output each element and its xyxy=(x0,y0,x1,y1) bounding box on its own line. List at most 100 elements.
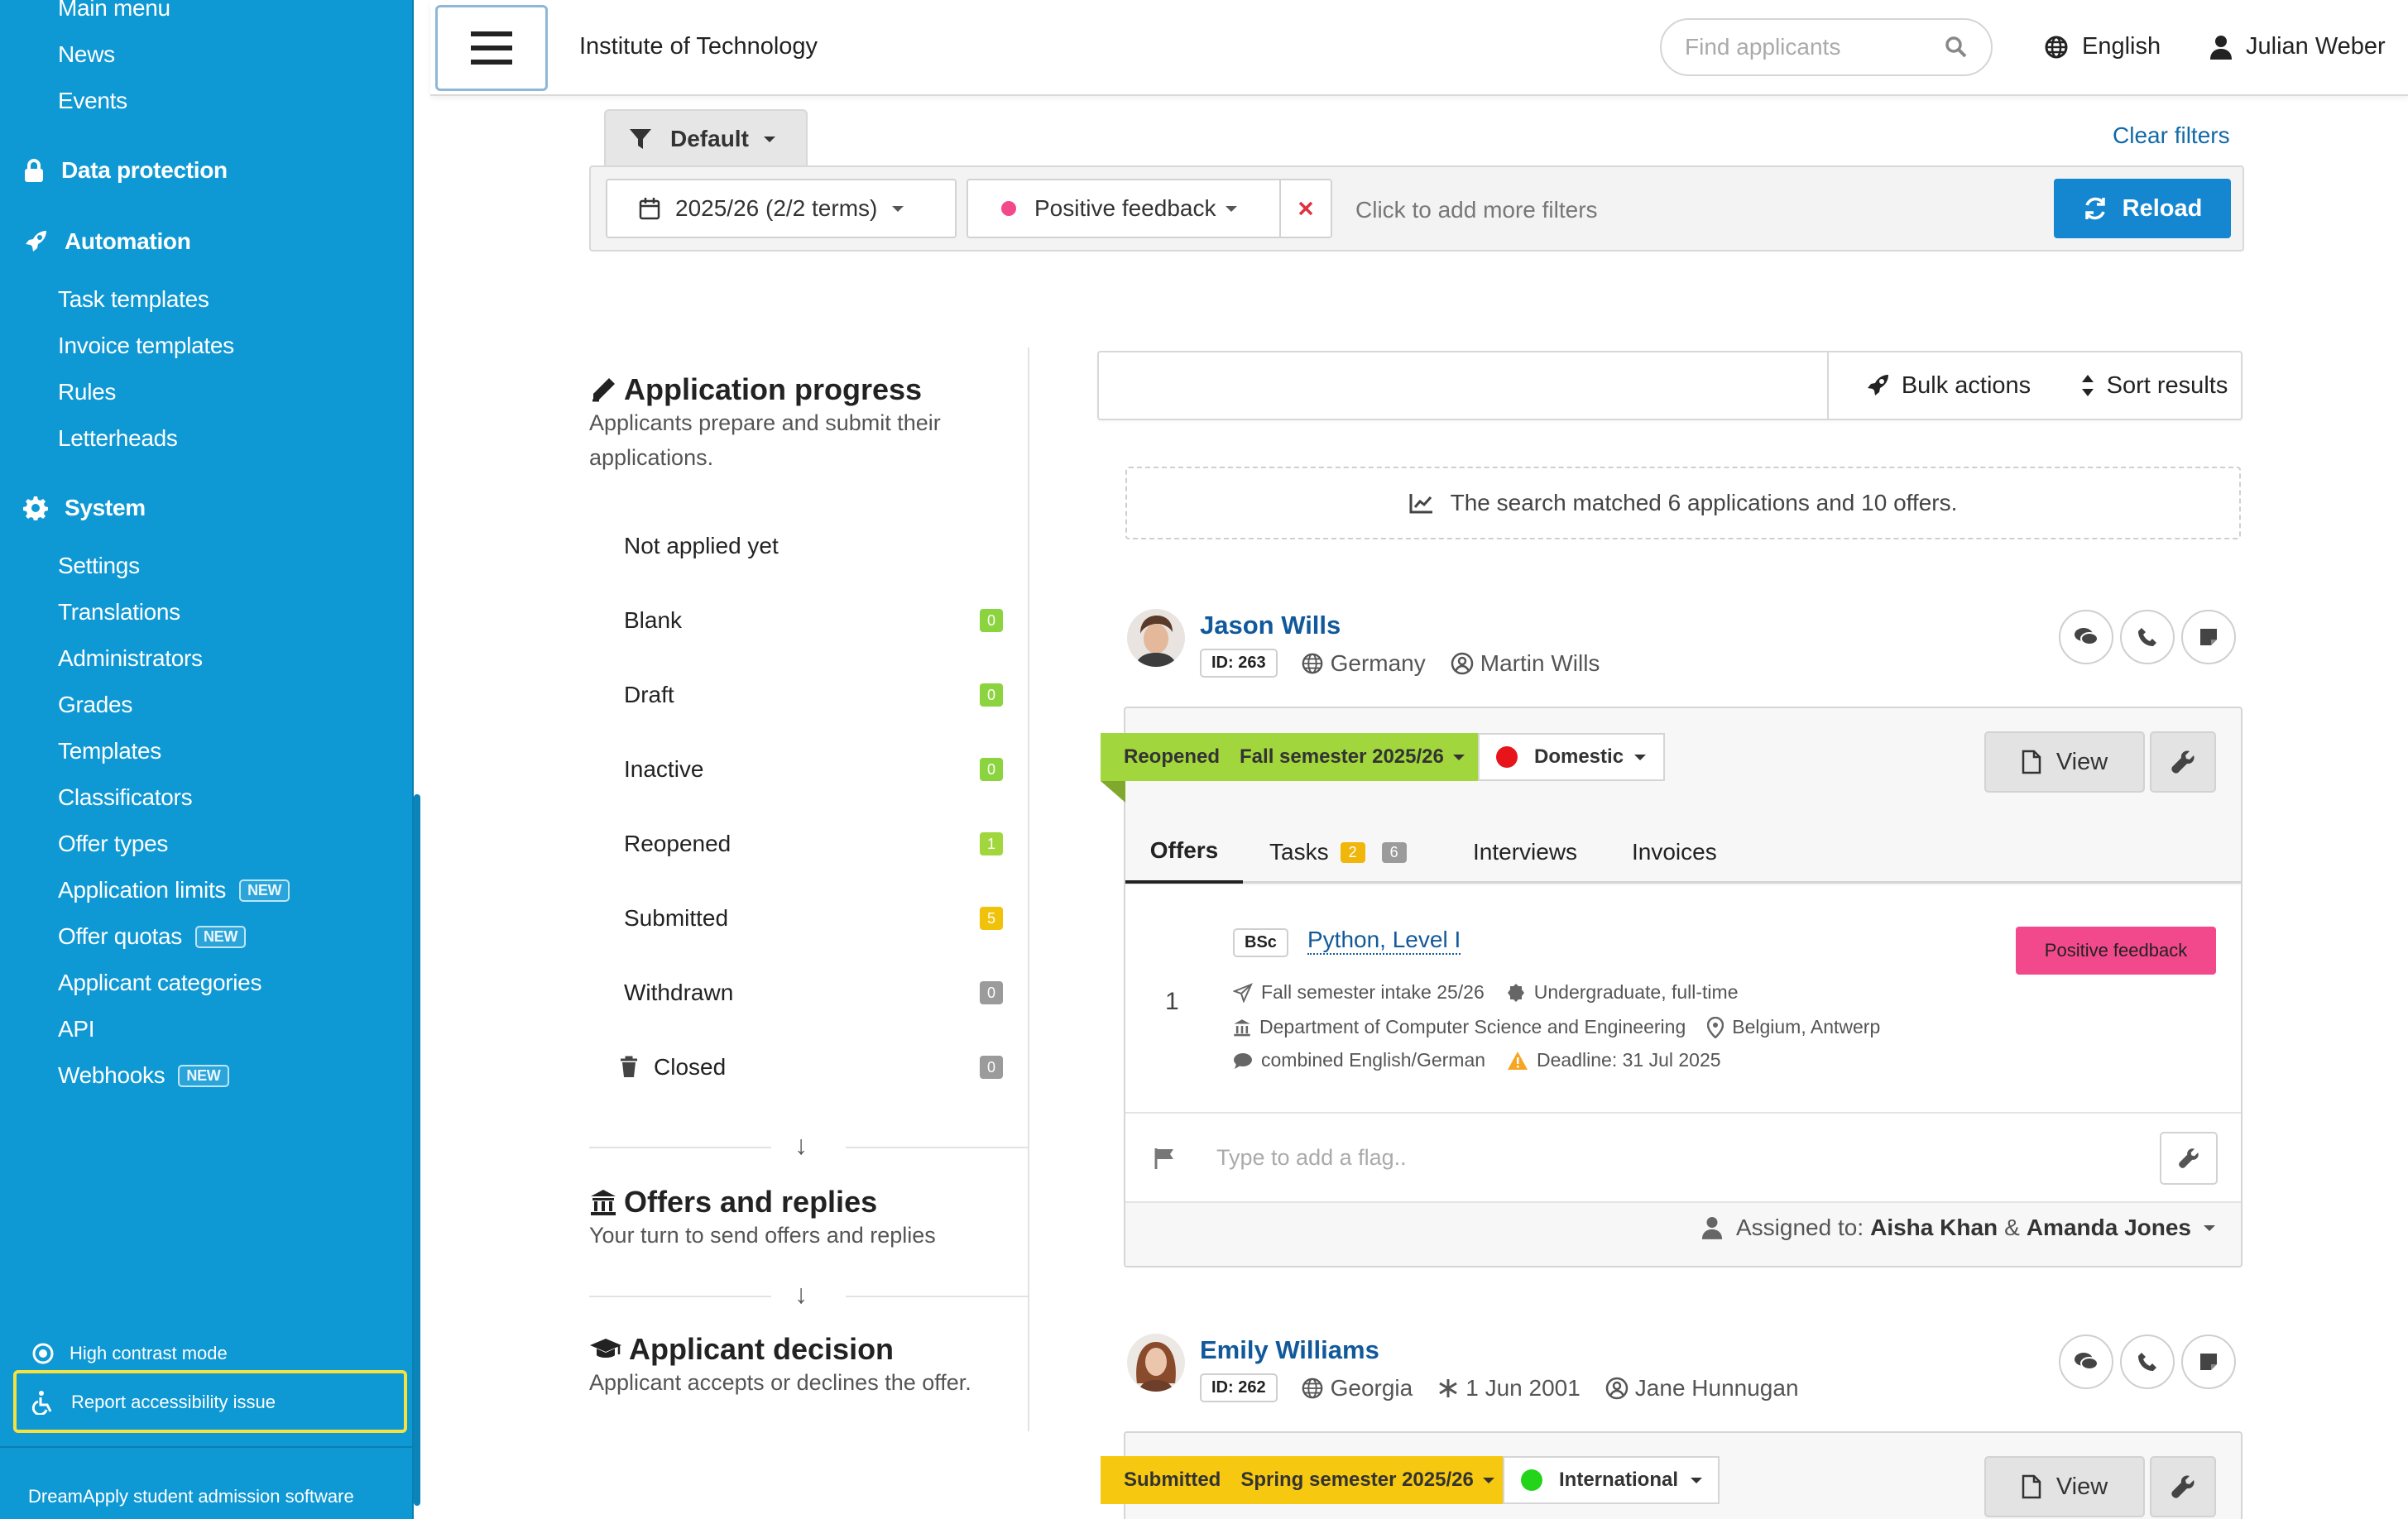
call-button[interactable] xyxy=(2120,610,2175,664)
sidebar-item-grades[interactable]: Grades xyxy=(58,692,132,718)
high-contrast-toggle[interactable]: High contrast mode xyxy=(31,1342,228,1365)
progress-row-inactive[interactable]: Inactive 0 xyxy=(624,756,1003,783)
category-dropdown[interactable]: Domestic xyxy=(1478,733,1665,781)
view-application-button[interactable]: View xyxy=(1984,731,2145,793)
language-selector[interactable]: English xyxy=(2044,33,2161,60)
applicant-avatar[interactable] xyxy=(1127,609,1185,667)
tab-offers[interactable]: Offers xyxy=(1125,821,1243,884)
application-stage-dropdown[interactable]: Reopened Fall semester 2025/26 xyxy=(1101,733,1481,781)
report-accessibility-link[interactable]: Report accessibility issue xyxy=(31,1390,276,1415)
progress-row-reopened[interactable]: Reopened 1 xyxy=(624,831,1003,857)
sidebar-scrollbar[interactable] xyxy=(414,794,420,1506)
applicant-search-input[interactable]: Find applicants xyxy=(1660,18,1993,76)
sidebar-item-applicant-categories[interactable]: Applicant categories xyxy=(58,970,261,996)
progress-row-closed[interactable]: Closed 0 xyxy=(619,1054,1003,1081)
progress-row-label: Blank xyxy=(624,607,683,633)
reload-button[interactable]: Reload xyxy=(2054,179,2231,238)
clear-filters-link[interactable]: Clear filters xyxy=(2113,122,2230,149)
message-button[interactable] xyxy=(2059,1335,2113,1389)
sidebar-item-offer-quotas[interactable]: Offer quotas NEW xyxy=(58,923,247,950)
category-label: International xyxy=(1559,1469,1679,1491)
tab-tasks[interactable]: Tasks 2 6 xyxy=(1269,821,1407,884)
sidebar-item-task-templates[interactable]: Task templates xyxy=(58,286,209,313)
sort-results-button[interactable]: Sort results xyxy=(2067,352,2241,419)
note-button[interactable] xyxy=(2181,610,2236,664)
new-badge: NEW xyxy=(194,925,247,948)
filter-preset-dropdown[interactable]: Default xyxy=(604,109,808,167)
progress-row-withdrawn[interactable]: Withdrawn 0 xyxy=(624,980,1003,1006)
arrow-down-icon: ↓ xyxy=(794,1130,808,1160)
offer-title-link[interactable]: Python, Level I xyxy=(1307,927,1461,955)
section-label: System xyxy=(65,495,146,520)
tab-interviews[interactable]: Interviews xyxy=(1473,821,1577,884)
application-settings-button[interactable] xyxy=(2150,1456,2216,1517)
sidebar-section-system[interactable]: System xyxy=(23,495,146,521)
category-dropdown[interactable]: International xyxy=(1503,1456,1720,1504)
hamburger-menu-button[interactable] xyxy=(435,5,548,91)
progress-row-submitted[interactable]: Submitted 5 xyxy=(624,905,1003,932)
progress-row-draft[interactable]: Draft 0 xyxy=(624,682,1003,708)
tab-invoices[interactable]: Invoices xyxy=(1632,821,1717,884)
message-button[interactable] xyxy=(2059,610,2113,664)
sidebar-item-label: Translations xyxy=(58,599,180,625)
assigned-label: Assigned to: xyxy=(1736,1215,1864,1240)
applicant-name-link[interactable]: Jason Wills xyxy=(1200,611,1341,640)
sidebar-item-application-limits[interactable]: Application limits NEW xyxy=(58,877,290,903)
bulk-actions-button[interactable]: Bulk actions xyxy=(1827,352,2067,419)
sidebar-item-translations[interactable]: Translations xyxy=(58,599,180,625)
user-circle-icon xyxy=(1451,652,1473,674)
sidebar-item-webhooks[interactable]: Webhooks NEW xyxy=(58,1062,229,1089)
panel-divider xyxy=(1028,347,1029,1431)
view-application-button[interactable]: View xyxy=(1984,1456,2145,1517)
sidebar-item-main-menu[interactable]: Main menu xyxy=(58,0,170,22)
call-button[interactable] xyxy=(2120,1335,2175,1389)
sidebar-item-administrators[interactable]: Administrators xyxy=(58,645,203,672)
institution-name: Institute of Technology xyxy=(579,33,818,60)
sidebar-section-data-protection[interactable]: Data protection xyxy=(23,157,228,184)
globe-icon xyxy=(1302,1378,1322,1398)
search-icon xyxy=(1945,36,1967,58)
offer-department: Department of Computer Science and Engin… xyxy=(1259,1016,1686,1037)
sidebar-item-news[interactable]: News xyxy=(58,41,115,68)
stage-ribbon-fold xyxy=(1101,781,1125,803)
applicant-avatar[interactable] xyxy=(1127,1334,1185,1392)
sidebar-item-rules[interactable]: Rules xyxy=(58,379,116,405)
feedback-filter-chip[interactable]: Positive feedback xyxy=(967,179,1281,238)
application-card: Reopened Fall semester 2025/26 Domestic … xyxy=(1101,707,2243,1267)
user-menu[interactable]: Julian Weber xyxy=(2209,33,2386,60)
caret-down-icon xyxy=(1226,206,1238,212)
sidebar-item-offer-types[interactable]: Offer types xyxy=(58,831,168,857)
task-count-badge: 2 xyxy=(1340,841,1365,863)
progress-row-label: Draft xyxy=(624,682,674,707)
term-filter-chip[interactable]: 2025/26 (2/2 terms) xyxy=(606,179,957,238)
sidebar-item-events[interactable]: Events xyxy=(58,88,127,114)
assigned-to-dropdown[interactable]: Assigned to: Aisha Khan & Amanda Jones xyxy=(1701,1215,2216,1241)
remove-filter-button[interactable] xyxy=(1279,179,1332,238)
application-settings-button[interactable] xyxy=(2150,731,2216,793)
caret-down-icon xyxy=(763,137,775,142)
applicant-name-link[interactable]: Emily Williams xyxy=(1200,1335,1379,1365)
flag-settings-button[interactable] xyxy=(2160,1132,2218,1185)
sidebar-item-settings[interactable]: Settings xyxy=(58,553,140,579)
file-icon xyxy=(2022,750,2041,774)
progress-row-blank[interactable]: Blank 0 xyxy=(624,607,1003,634)
application-card: Submitted Spring semester 2025/26 Intern… xyxy=(1101,1431,2243,1519)
semester-label: Spring semester 2025/26 xyxy=(1240,1469,1474,1491)
view-label: View xyxy=(2055,1473,2108,1500)
offer-status-badge[interactable]: Positive feedback xyxy=(2016,927,2216,975)
note-button[interactable] xyxy=(2181,1335,2236,1389)
caret-down-icon xyxy=(2204,1225,2215,1231)
application-stage-dropdown[interactable]: Submitted Spring semester 2025/26 xyxy=(1101,1456,1503,1504)
sidebar-item-label: News xyxy=(58,41,115,67)
sidebar-item-api[interactable]: API xyxy=(58,1016,95,1042)
sidebar-item-classificators[interactable]: Classificators xyxy=(58,784,193,811)
sidebar-section-automation[interactable]: Automation xyxy=(23,228,191,255)
progress-row-not-applied[interactable]: Not applied yet xyxy=(624,533,1003,559)
search-placeholder: Find applicants xyxy=(1685,34,1841,60)
sidebar-item-templates[interactable]: Templates xyxy=(58,738,161,764)
add-filter-input[interactable]: Click to add more filters xyxy=(1355,197,1598,223)
sticky-note-icon xyxy=(2200,629,2217,645)
flag-input[interactable]: Type to add a flag.. xyxy=(1216,1145,1407,1171)
sidebar-item-letterheads[interactable]: Letterheads xyxy=(58,425,178,452)
sidebar-item-invoice-templates[interactable]: Invoice templates xyxy=(58,333,234,359)
